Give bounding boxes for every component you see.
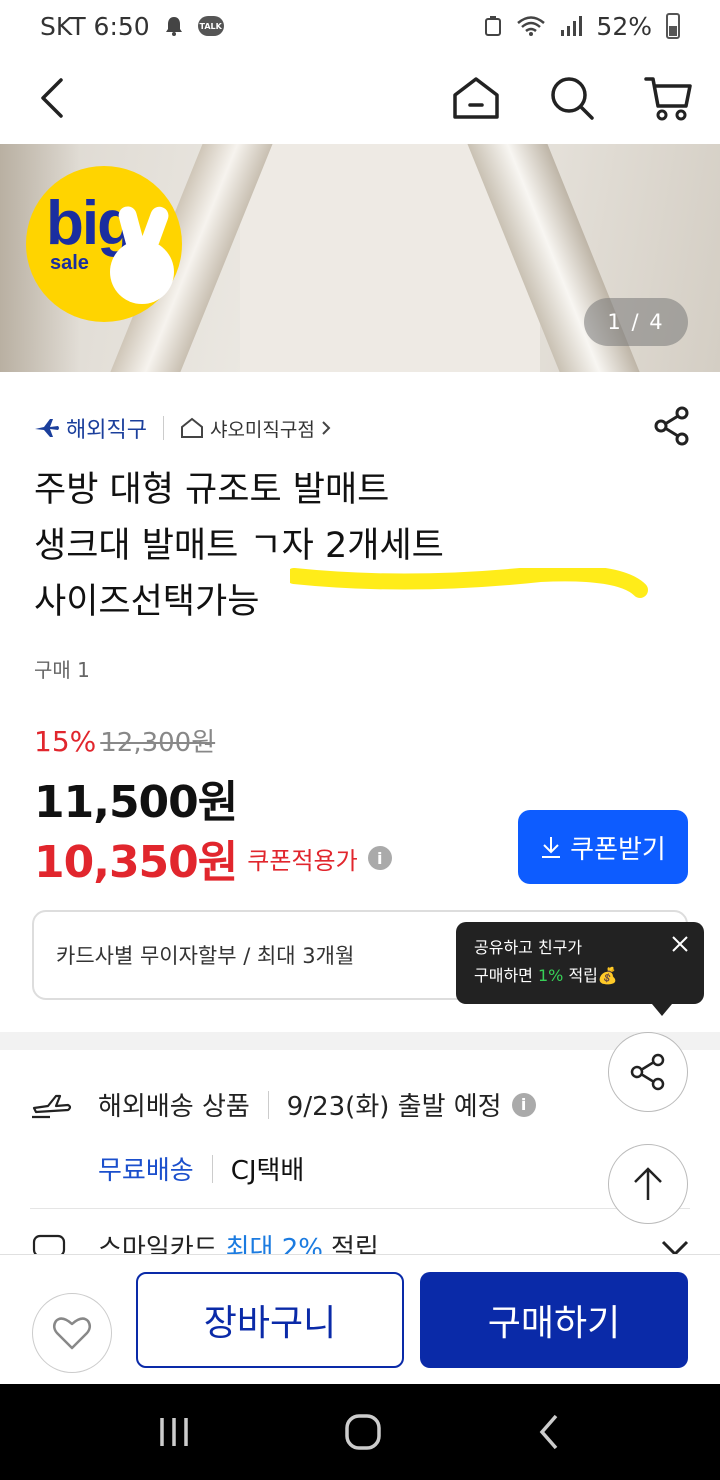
chevron-right-icon	[322, 421, 331, 435]
back-nav-icon[interactable]	[534, 1412, 564, 1452]
store-link[interactable]: 샤오미직구점	[180, 415, 331, 442]
section-divider	[0, 1032, 720, 1050]
add-to-cart-button[interactable]: 장바구니	[136, 1272, 404, 1368]
carrier-divider	[211, 1154, 213, 1183]
tooltip-line-2: 구매하면 1% 적립💰	[474, 966, 618, 985]
airplane-icon	[35, 419, 59, 437]
card-installment-text: 카드사별 무이자할부 / 최대 3개월	[56, 944, 355, 968]
smile-card-highlight: 최대 2%	[225, 1234, 323, 1254]
smile-card-suffix: 적립	[330, 1234, 379, 1254]
plane-ship-icon	[32, 1094, 72, 1118]
scroll-top-button[interactable]	[608, 1144, 688, 1224]
get-coupon-label: 쿠폰받기	[570, 834, 666, 865]
battery-icon	[666, 13, 680, 39]
search-icon	[551, 77, 594, 120]
status-carrier-time: SKT 6:50	[40, 11, 150, 41]
store-name: 샤오미직구점	[209, 418, 315, 441]
original-price: 12,300원	[100, 728, 216, 758]
store-home-icon	[180, 417, 203, 438]
info-icon[interactable]: i	[367, 846, 392, 870]
shipping-carrier: CJ택배	[230, 1156, 305, 1186]
seller-divider	[162, 416, 164, 440]
status-bar: SKT 6:50 TALK 52%	[0, 0, 720, 52]
get-coupon-button[interactable]: 쿠폰받기	[518, 810, 688, 884]
home-nav-icon[interactable]	[343, 1412, 383, 1452]
chevron-left-icon	[41, 78, 63, 118]
heart-icon	[53, 1317, 91, 1350]
android-nav-bar	[0, 1384, 720, 1480]
arrow-up-icon	[634, 1167, 662, 1200]
share-icon	[630, 1053, 665, 1091]
bunny-icon	[110, 240, 174, 304]
departure-date: 9/23(화) 출발 예정	[286, 1092, 502, 1122]
title-line-2: 생크대 발매트 ㄱ자 2개세트	[34, 526, 444, 566]
search-button[interactable]	[546, 72, 598, 124]
shipping-row: 해외배송 상품 9/23(화) 출발 예정 i	[30, 1086, 536, 1123]
smile-card-row[interactable]: 스마일카드 최대 2% 적립	[30, 1228, 690, 1254]
product-title: 주방 대형 규조토 발매트 생크대 발매트 ㄱ자 2개세트 사이즈선택가능	[34, 462, 674, 630]
image-page-counter: 1 / 4	[584, 298, 688, 346]
home-icon	[453, 77, 499, 119]
share-reward-tooltip: 공유하고 친구가 구매하면 1% 적립💰	[456, 922, 704, 1016]
shipping-divider	[267, 1090, 269, 1119]
wifi-icon	[517, 16, 546, 36]
card-icon	[32, 1234, 66, 1254]
coupon-price: 10,350원	[34, 837, 238, 888]
big-sale-sale-text: sale	[50, 252, 89, 274]
discount-row: 15% 12,300원	[34, 722, 215, 759]
chevron-down-icon	[661, 1240, 689, 1254]
discount-percent: 15%	[34, 725, 97, 758]
share-button[interactable]	[654, 406, 690, 450]
row-divider	[30, 1208, 690, 1209]
close-icon[interactable]	[670, 934, 690, 954]
tooltip-line-1: 공유하고 친구가	[474, 938, 583, 957]
title-line-1: 주방 대형 규조토 발매트	[34, 470, 390, 510]
wishlist-button[interactable]	[32, 1293, 112, 1373]
download-icon	[542, 837, 561, 858]
sale-price: 11,500원	[34, 777, 238, 828]
recycle-icon	[485, 16, 502, 36]
shipping-info-icon[interactable]: i	[511, 1092, 536, 1117]
product-image-carousel[interactable]: big sale 1 / 4	[0, 144, 720, 372]
signal-icon	[561, 16, 583, 36]
back-button[interactable]	[26, 72, 78, 124]
purchase-count: 구매 1	[34, 658, 90, 682]
cart-icon	[644, 77, 692, 121]
battery-percent: 52%	[596, 11, 652, 41]
seller-row: 해외직구 샤오미직구점	[34, 406, 690, 450]
big-sale-badge: big sale	[26, 166, 182, 322]
coupon-applied-label: 쿠폰적용가	[247, 846, 358, 875]
share-icon	[654, 406, 689, 446]
overseas-badge[interactable]: 해외직구	[34, 412, 147, 444]
cart-nav-button[interactable]	[642, 72, 694, 124]
home-button[interactable]	[450, 72, 502, 124]
title-line-3: 사이즈선택가능	[34, 582, 260, 622]
free-shipping-row: 무료배송 CJ택배	[98, 1150, 304, 1187]
smile-card-prefix: 스마일카드	[98, 1234, 218, 1254]
free-shipping-label: 무료배송	[98, 1156, 194, 1186]
recent-apps-icon[interactable]	[156, 1414, 192, 1450]
overseas-label: 해외직구	[66, 418, 147, 443]
bottom-action-bar: 장바구니 구매하기	[0, 1254, 720, 1384]
floating-share-button[interactable]	[608, 1032, 688, 1112]
shipping-type: 해외배송 상품	[98, 1092, 250, 1122]
bell-icon	[165, 17, 182, 36]
kakaotalk-icon: TALK	[197, 16, 224, 36]
top-nav	[0, 52, 720, 144]
coupon-price-row: 10,350원 쿠폰적용가 i	[34, 826, 392, 890]
buy-now-button[interactable]: 구매하기	[420, 1272, 688, 1368]
